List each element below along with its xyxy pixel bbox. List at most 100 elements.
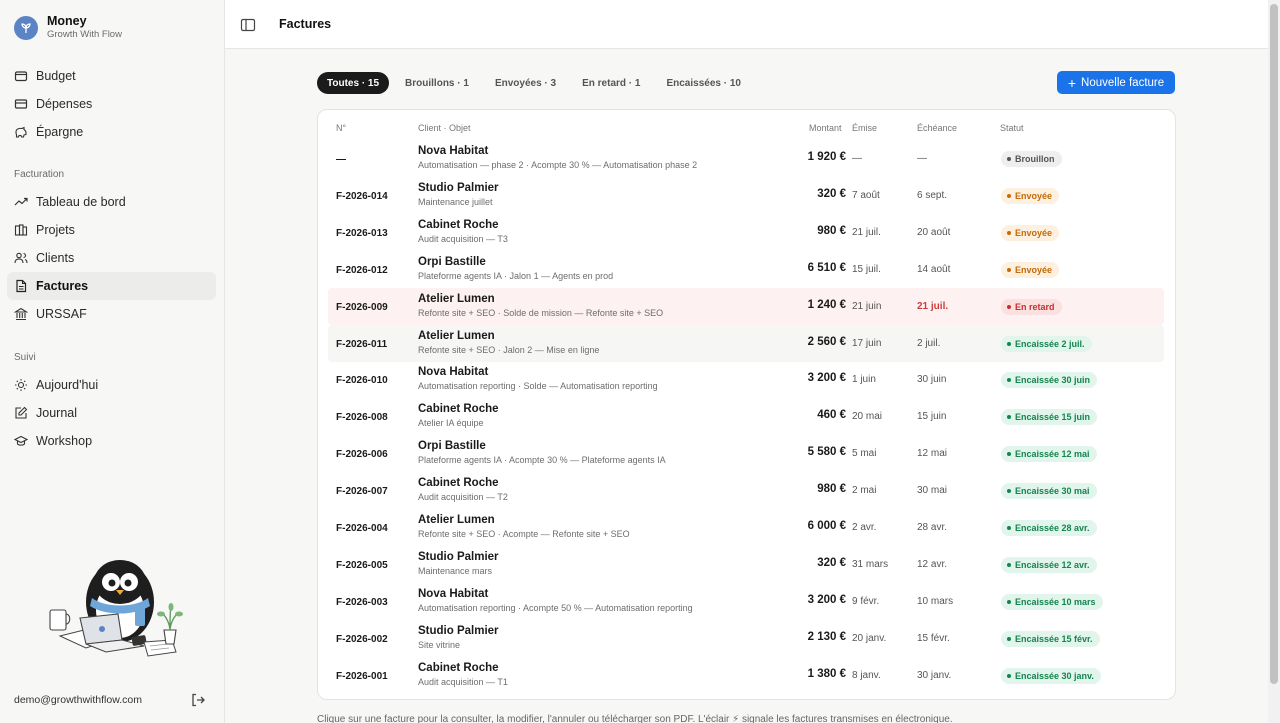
edit-icon — [14, 406, 28, 420]
table-row[interactable]: F-2026-010 Nova Habitat Automatisation rep… — [328, 361, 1164, 398]
sidebar-item-aujourdhui[interactable]: Aujourd'hui — [7, 371, 216, 399]
penguin-illustration — [49, 560, 183, 657]
invoice-client: Studio Palmier — [418, 624, 499, 637]
sidebar-item-depenses[interactable]: Dépenses — [7, 90, 216, 118]
user-email: demo@growthwithflow.com — [14, 694, 142, 706]
invoice-number: F-2026-010 — [336, 375, 388, 387]
tab-envoyees[interactable]: Envoyées · 3 — [485, 72, 566, 94]
plus-icon: + — [1067, 74, 1077, 91]
sidebar-item-label: Journal — [36, 406, 77, 420]
column-header-amount: Montant — [809, 123, 842, 133]
sidebar-item-label: Épargne — [36, 125, 84, 139]
scrollbar-thumb[interactable] — [1270, 4, 1278, 684]
users-icon — [14, 251, 28, 265]
sidebar-item-factures[interactable]: Factures — [7, 272, 216, 300]
invoice-amount: 980 € — [817, 224, 846, 237]
table-row[interactable]: F-2026-003 Nova Habitat Automatisation rep… — [328, 583, 1164, 620]
brand[interactable]: Money Growth With Flow — [14, 14, 122, 41]
table-row[interactable]: F-2026-009 Atelier Lumen Refonte site + SE… — [328, 287, 1164, 325]
invoice-number: F-2026-007 — [336, 486, 388, 498]
invoice-number: F-2026-008 — [336, 412, 388, 424]
invoice-amount: 2 560 € — [807, 335, 846, 348]
invoice-due-date: 12 avr. — [917, 558, 948, 570]
invoice-object: Refonte site + SEO · Jalon 2 — Mise en l… — [418, 344, 600, 355]
table-row[interactable]: F-2026-014 Studio Palmier Maintenance juil… — [328, 177, 1164, 214]
table-row[interactable]: F-2026-005 Studio Palmier Maintenance mars… — [328, 546, 1164, 583]
column-header-issued: Émise — [852, 123, 878, 133]
sidebar-item-epargne[interactable]: Épargne — [7, 118, 216, 146]
topbar: Factures — [225, 0, 1268, 49]
table-row[interactable]: F-2026-007 Cabinet Roche Audit acquisition… — [328, 472, 1164, 509]
status-badge: Encaissée 12 mai — [1001, 446, 1097, 463]
status-badge: Envoyée — [1001, 224, 1060, 241]
table-row[interactable]: F-2026-012 Orpi Bastille Plateforme agents… — [328, 251, 1164, 288]
table-row[interactable]: F-2026-006 Orpi Bastille Plateforme agents… — [328, 435, 1164, 472]
table-row[interactable]: F-2026-001 Cabinet Roche Audit acquisition… — [328, 657, 1164, 694]
file-icon — [14, 279, 28, 293]
sidebar-item-label: Budget — [36, 69, 76, 83]
invoice-amount: 3 200 € — [807, 372, 846, 385]
invoice-client: Studio Palmier — [418, 181, 499, 194]
invoice-amount: 980 € — [817, 483, 846, 496]
sidebar-item-tableau-de-bord[interactable]: Tableau de bord — [7, 188, 216, 216]
invoice-due-date: 28 avr. — [917, 522, 948, 533]
tab-brouillons[interactable]: Brouillons · 1 — [395, 72, 479, 94]
invoice-client: Nova Habitat — [418, 587, 489, 600]
invoice-number: F-2026-014 — [336, 190, 388, 202]
invoice-client: Atelier Lumen — [418, 514, 495, 526]
sidebar-item-budget[interactable]: Budget — [7, 62, 216, 90]
invoice-issued-date: 9 févr. — [852, 595, 880, 607]
filter-tabs: Toutes · 15 Brouillons · 1 Envoyées · 3 … — [317, 72, 757, 94]
bank-icon — [14, 307, 28, 321]
invoice-amount: 320 € — [817, 556, 846, 569]
status-badge: Encaissée 28 avr. — [1001, 520, 1097, 536]
invoice-issued-date: 17 juin — [852, 337, 882, 349]
invoice-object: Site vitrine — [418, 639, 461, 650]
invoice-amount: 6 000 € — [807, 520, 846, 532]
column-header-status: Statut — [1000, 123, 1024, 133]
invoice-number: F-2026-009 — [336, 301, 388, 313]
invoice-due-date: 30 mai — [917, 485, 948, 497]
sidebar-item-urssaf[interactable]: URSSAF — [7, 300, 216, 328]
tab-encaissees[interactable]: Encaissées · 10 — [656, 72, 751, 94]
column-header-client: Client · Objet — [418, 123, 471, 133]
sidebar-item-clients[interactable]: Clients — [7, 244, 216, 272]
trend-icon — [14, 195, 28, 209]
status-badge: Envoyée — [1001, 261, 1060, 278]
nav-facturation: Tableau de bord Projets Clients Factures… — [7, 188, 216, 328]
card-icon — [14, 97, 28, 111]
invoice-object: Automatisation — phase 2 · Acompte 30 % … — [418, 160, 698, 170]
invoice-object: Audit acquisition — T1 — [418, 676, 508, 687]
scrollbar[interactable] — [1268, 0, 1280, 723]
table-row[interactable]: F-2026-013 Cabinet Roche Audit acquisition… — [328, 214, 1164, 251]
table-row[interactable]: F-2026-008 Cabinet Roche Atelier IA équipe… — [328, 398, 1164, 435]
invoice-client: Cabinet Roche — [418, 477, 499, 490]
invoice-due-date: 15 févr. — [917, 632, 950, 644]
invoice-number: — — [336, 154, 346, 165]
table-row[interactable]: F-2026-011 Atelier Lumen Refonte site + SE… — [328, 324, 1164, 362]
sidebar-item-journal[interactable]: Journal — [7, 399, 216, 427]
invoice-client: Nova Habitat — [418, 145, 489, 157]
invoice-number: F-2026-001 — [336, 670, 388, 682]
invoice-number: F-2026-003 — [336, 596, 388, 608]
table-row[interactable]: F-2026-004 Atelier Lumen Refonte site + SE… — [328, 509, 1164, 546]
nav-suivi: Aujourd'hui Journal Workshop — [7, 371, 216, 455]
nav-top: Budget Dépenses Épargne — [7, 62, 216, 146]
table-row[interactable]: — Nova Habitat Automatisation — phase 2 · … — [328, 140, 1164, 177]
invoice-due-date: 21 juil. — [917, 300, 949, 312]
invoice-issued-date: 2 avr. — [852, 522, 877, 533]
invoice-client: Studio Palmier — [418, 550, 499, 563]
sidebar-item-projets[interactable]: Projets — [7, 216, 216, 244]
invoice-due-date: 6 sept. — [917, 189, 948, 201]
status-badge: En retard — [1001, 298, 1062, 315]
brand-subtitle: Growth With Flow — [47, 29, 122, 40]
sidebar-item-workshop[interactable]: Workshop — [7, 427, 216, 455]
table-row[interactable]: F-2026-002 Studio Palmier Site vitrine 2 13… — [328, 620, 1164, 657]
new-invoice-button[interactable]: + Nouvelle facture — [1057, 71, 1175, 94]
status-badge: Encaissée 15 juin — [1001, 409, 1098, 426]
tab-en-retard[interactable]: En retard · 1 — [572, 72, 650, 94]
logout-icon[interactable] — [190, 692, 206, 708]
sidebar-toggle-icon[interactable] — [240, 17, 256, 33]
footnote: Clique sur une facture pour la consulter… — [317, 714, 953, 723]
tab-toutes[interactable]: Toutes · 15 — [317, 72, 390, 94]
